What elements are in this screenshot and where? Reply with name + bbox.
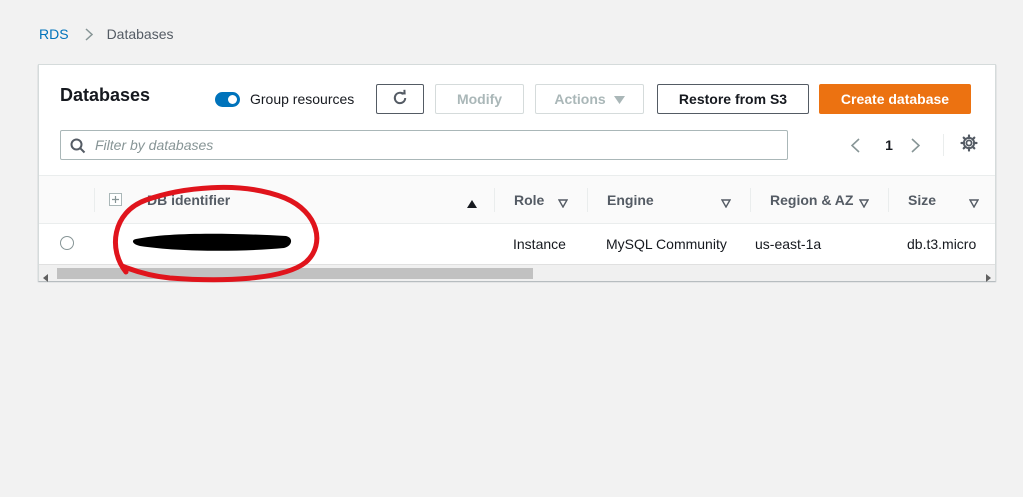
- filter-search-box: [60, 130, 788, 160]
- restore-from-s3-button[interactable]: Restore from S3: [657, 84, 809, 114]
- column-separator: [94, 188, 95, 212]
- db-identifier-cell[interactable]: [135, 234, 295, 252]
- pagination: 1: [851, 133, 978, 157]
- role-cell: Instance: [513, 236, 566, 252]
- actions-button[interactable]: Actions: [535, 84, 644, 114]
- chevron-right-icon: [85, 27, 93, 41]
- breadcrumb-current: Databases: [106, 26, 174, 42]
- modify-button[interactable]: Modify: [435, 84, 524, 114]
- page-title: Databases: [60, 85, 151, 105]
- group-resources-toggle[interactable]: Group resources: [215, 91, 354, 107]
- column-label: DB identifier: [147, 191, 231, 208]
- sort-icon[interactable]: [557, 195, 569, 211]
- column-region-az[interactable]: Region & AZ: [751, 176, 889, 223]
- breadcrumb-rds-link[interactable]: RDS: [39, 26, 69, 42]
- scroll-right-icon[interactable]: [986, 269, 991, 287]
- column-size[interactable]: Size: [889, 176, 995, 223]
- header-select-column: [39, 176, 95, 223]
- sort-ascending-icon[interactable]: [467, 195, 477, 211]
- caret-down-icon: [613, 91, 625, 107]
- column-label: Role: [514, 191, 545, 208]
- group-resources-label: Group resources: [250, 91, 355, 107]
- column-label: Engine: [607, 191, 654, 208]
- column-db-identifier[interactable]: DB identifier: [147, 176, 495, 223]
- search-icon: [70, 138, 86, 159]
- table-header: DB identifier Role Engine Region & AZ Si…: [39, 175, 995, 224]
- filter-databases-input[interactable]: [95, 135, 775, 155]
- create-database-button[interactable]: Create database: [819, 84, 971, 114]
- actions-label: Actions: [554, 91, 606, 107]
- sort-icon[interactable]: [858, 195, 870, 211]
- refresh-icon: [391, 89, 409, 110]
- row-select-radio[interactable]: [60, 236, 74, 250]
- pager-divider: [943, 134, 944, 156]
- gear-icon[interactable]: [960, 133, 978, 157]
- scroll-left-icon[interactable]: [43, 269, 48, 287]
- region-az-cell: us-east-1a: [755, 236, 822, 252]
- column-engine[interactable]: Engine: [588, 176, 751, 223]
- column-label: Region & AZ: [770, 191, 854, 208]
- sort-icon[interactable]: [968, 195, 980, 211]
- breadcrumb: RDS Databases: [39, 26, 174, 42]
- scrollbar-thumb[interactable]: [57, 268, 533, 279]
- sort-icon[interactable]: [720, 195, 732, 211]
- horizontal-scrollbar[interactable]: [39, 264, 995, 282]
- chevron-left-icon[interactable]: [851, 137, 867, 153]
- size-cell: db.t3.micro: [907, 236, 977, 252]
- column-role[interactable]: Role: [495, 176, 588, 223]
- databases-panel: Databases Group resources Modify Actions…: [38, 64, 996, 282]
- page-number[interactable]: 1: [867, 137, 911, 153]
- chevron-right-icon[interactable]: [911, 137, 927, 153]
- engine-cell: MySQL Community: [606, 236, 727, 252]
- toggle-switch[interactable]: [215, 91, 240, 107]
- refresh-button[interactable]: [376, 84, 424, 114]
- column-label: Size: [908, 191, 937, 208]
- expand-icon[interactable]: [109, 176, 125, 223]
- table-row[interactable]: Instance MySQL Community us-east-1a db.t…: [39, 224, 995, 264]
